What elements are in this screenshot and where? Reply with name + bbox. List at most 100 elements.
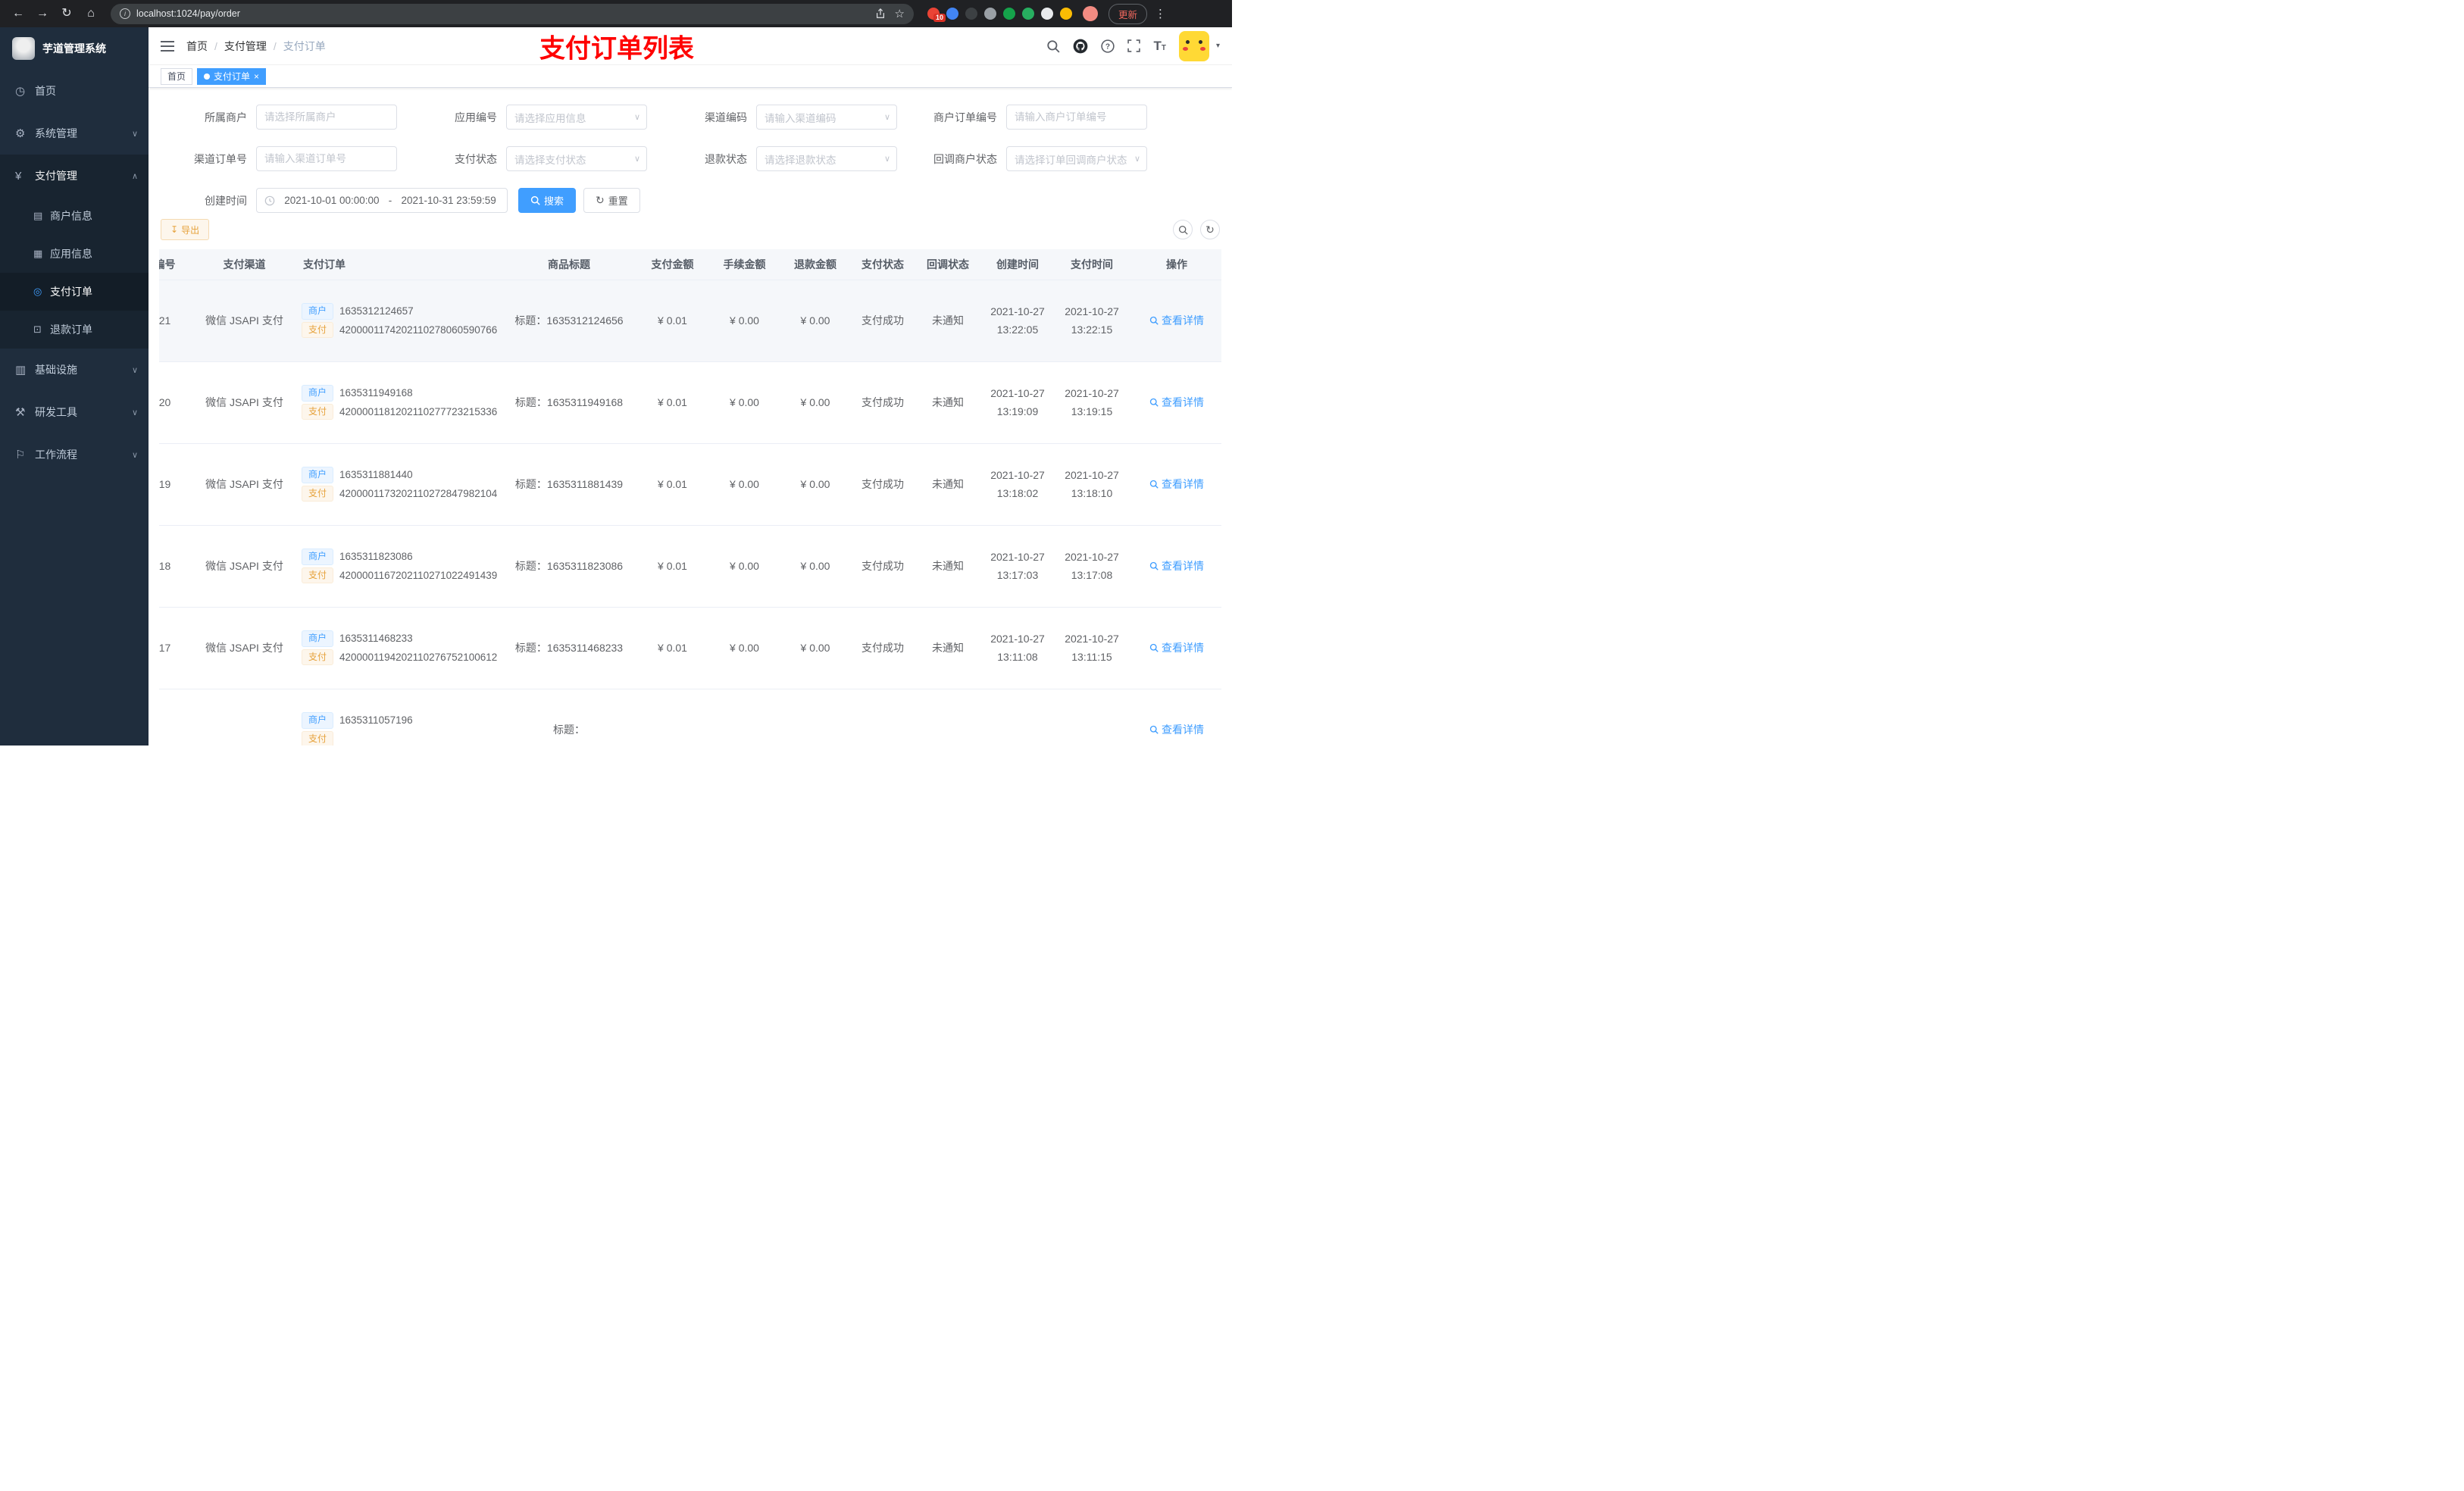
product-title: 标题：1635312124656: [502, 280, 636, 362]
sidebar-item-workflow[interactable]: ⚐ 工作流程 ∨: [0, 433, 149, 476]
share-icon[interactable]: [875, 8, 886, 19]
sidebar-item-infrastructure[interactable]: ▥ 基础设施 ∨: [0, 349, 149, 391]
user-avatar[interactable]: [1178, 30, 1209, 61]
tab-home[interactable]: 首页: [161, 67, 193, 85]
search-icon[interactable]: [1046, 39, 1060, 53]
view-detail-link[interactable]: 查看详情: [1149, 558, 1204, 574]
pay-tag: 支付: [302, 321, 334, 339]
column-header-order: 支付订单: [295, 249, 502, 280]
orders-table: 编号 支付渠道 支付订单 商品标题 支付金额 手续金额 退款金额 支付状态 回调…: [159, 249, 1221, 746]
download-icon: ↧: [170, 224, 179, 235]
view-detail-label: 查看详情: [1162, 314, 1204, 327]
order-id: 18: [159, 525, 193, 608]
refund-amount: ¥ 0.00: [780, 443, 850, 526]
browser-forward-button[interactable]: →: [32, 3, 53, 24]
sidebar-item-home[interactable]: ◷ 首页: [0, 70, 149, 112]
browser-home-button[interactable]: ⌂: [80, 3, 102, 24]
browser-back-button[interactable]: ←: [8, 3, 29, 24]
hamburger-icon[interactable]: [161, 40, 174, 52]
browser-profile-avatar[interactable]: [1083, 6, 1098, 21]
reset-button[interactable]: ↻ 重置: [583, 188, 640, 213]
filter-field-select[interactable]: 请选择支付状态 ∨: [506, 146, 647, 171]
sidebar-item-merchant-info[interactable]: ▤ 商户信息: [0, 197, 149, 235]
order-id: 17: [159, 607, 193, 689]
fullscreen-icon[interactable]: [1127, 39, 1141, 52]
app-title: 芋道管理系统: [42, 42, 106, 55]
navbar-actions: ? T ▾: [1046, 30, 1220, 61]
browser-menu-icon[interactable]: ⋮: [1155, 7, 1166, 20]
sidebar-item-refund-order[interactable]: ⊡ 退款订单: [0, 311, 149, 349]
view-detail-link[interactable]: 查看详情: [1149, 722, 1204, 737]
filter-field: 渠道订单号: [179, 146, 397, 171]
extension-face-icon[interactable]: [1060, 8, 1072, 20]
pay-channel: 微信 JSAPI 支付: [193, 443, 295, 526]
sidebar-item-app-info[interactable]: ▦ 应用信息: [0, 235, 149, 273]
view-detail-link[interactable]: 查看详情: [1149, 395, 1204, 410]
filter-field-input[interactable]: [256, 105, 397, 130]
table-row: 17 微信 JSAPI 支付 商户 1635311468233 支付 42000…: [159, 607, 1221, 689]
merchant-order-line: 商户 1635311949168: [302, 384, 502, 402]
sidebar-item-pay[interactable]: ¥ 支付管理 ∧: [0, 155, 149, 197]
filter-field-select[interactable]: 请选择退款状态 ∨: [756, 146, 897, 171]
search-button[interactable]: 搜索: [518, 188, 577, 213]
sidebar-item-system[interactable]: ⚙ 系统管理 ∨: [0, 112, 149, 155]
breadcrumb-current: 支付订单: [283, 39, 326, 52]
sidebar-item-devtools[interactable]: ⚒ 研发工具 ∨: [0, 391, 149, 433]
github-icon[interactable]: [1073, 39, 1088, 54]
refund-amount: ¥ 0.00: [780, 607, 850, 689]
address-bar[interactable]: i localhost:1024/pay/order ☆: [111, 3, 914, 24]
extension-pin-icon[interactable]: [1041, 8, 1053, 20]
view-detail-link[interactable]: 查看详情: [1149, 477, 1204, 492]
filter-field: 退款状态 请选择退款状态 ∨: [679, 146, 897, 171]
view-detail-label: 查看详情: [1162, 642, 1204, 654]
tab-pay-order[interactable]: 支付订单 ×: [197, 67, 267, 85]
filter-field-select[interactable]: 请选择应用信息 ∨: [506, 105, 647, 130]
extension-green-check-icon[interactable]: [1003, 8, 1015, 20]
filter-field-input[interactable]: [1006, 105, 1147, 130]
pay-order-no: 4200001173202110272847982104: [339, 487, 498, 499]
document-icon: ⊡: [33, 324, 42, 335]
target-icon: ◎: [33, 286, 42, 297]
chevron-down-icon: ∨: [131, 408, 138, 417]
sidebar-item-pay-order[interactable]: ◎ 支付订单: [0, 273, 149, 311]
merchant-order-line: 商户 1635311823086: [302, 548, 502, 565]
font-size-icon[interactable]: T: [1153, 39, 1166, 54]
extension-gray-icon[interactable]: [984, 8, 996, 20]
export-button[interactable]: ↧ 导出: [161, 219, 210, 240]
date-separator: -: [388, 195, 392, 206]
date-range-input[interactable]: 2021-10-01 00:00:00 - 2021-10-31 23:59:5…: [256, 188, 508, 213]
filter-field-select[interactable]: 请选择订单回调商户状态 ∨: [1006, 146, 1147, 171]
filter-field-select[interactable]: 请输入渠道编码 ∨: [756, 105, 897, 130]
filter-field: 商户订单编号: [929, 105, 1147, 130]
filter-field-label: 渠道编码: [705, 111, 747, 123]
view-detail-link[interactable]: 查看详情: [1149, 640, 1204, 655]
column-header-status: 支付状态: [850, 249, 915, 280]
refresh-icon[interactable]: ↻: [1200, 220, 1220, 239]
filter-field-input[interactable]: [256, 146, 397, 171]
close-icon[interactable]: ×: [254, 72, 259, 81]
pay-time: 2021-10-27 13:17:08: [1055, 525, 1129, 608]
chevron-down-icon: ∨: [633, 113, 640, 122]
site-info-icon[interactable]: i: [120, 8, 130, 19]
filter-field: 所属商户: [179, 105, 397, 130]
table-row: 19 微信 JSAPI 支付 商户 1635311881440 支付 42000…: [159, 443, 1221, 526]
extension-dark-icon[interactable]: [965, 8, 977, 20]
pay-time: [1055, 689, 1129, 746]
breadcrumb-pay-management[interactable]: 支付管理: [224, 39, 267, 54]
browser-update-button[interactable]: 更新: [1108, 3, 1148, 24]
breadcrumb-home[interactable]: 首页: [186, 39, 208, 54]
pay-amount: ¥ 0.01: [636, 607, 708, 689]
view-detail-link[interactable]: 查看详情: [1149, 313, 1204, 328]
pay-order-line: 支付 4200001181202110277723215336: [302, 403, 502, 420]
extension-drop-icon[interactable]: [946, 8, 958, 20]
browser-reload-button[interactable]: ↻: [56, 3, 77, 24]
search-toggle-icon[interactable]: [1173, 220, 1193, 239]
bookmark-star-icon[interactable]: ☆: [895, 7, 905, 20]
help-icon[interactable]: ?: [1101, 39, 1115, 53]
extension-chat-icon[interactable]: [1022, 8, 1034, 20]
pay-tag: 支付: [302, 649, 334, 666]
pay-time: 2021-10-27 13:19:15: [1055, 361, 1129, 444]
chevron-down-icon: ∨: [883, 155, 890, 164]
view-detail-label: 查看详情: [1162, 478, 1204, 490]
avatar-caret-icon[interactable]: ▾: [1216, 42, 1220, 50]
